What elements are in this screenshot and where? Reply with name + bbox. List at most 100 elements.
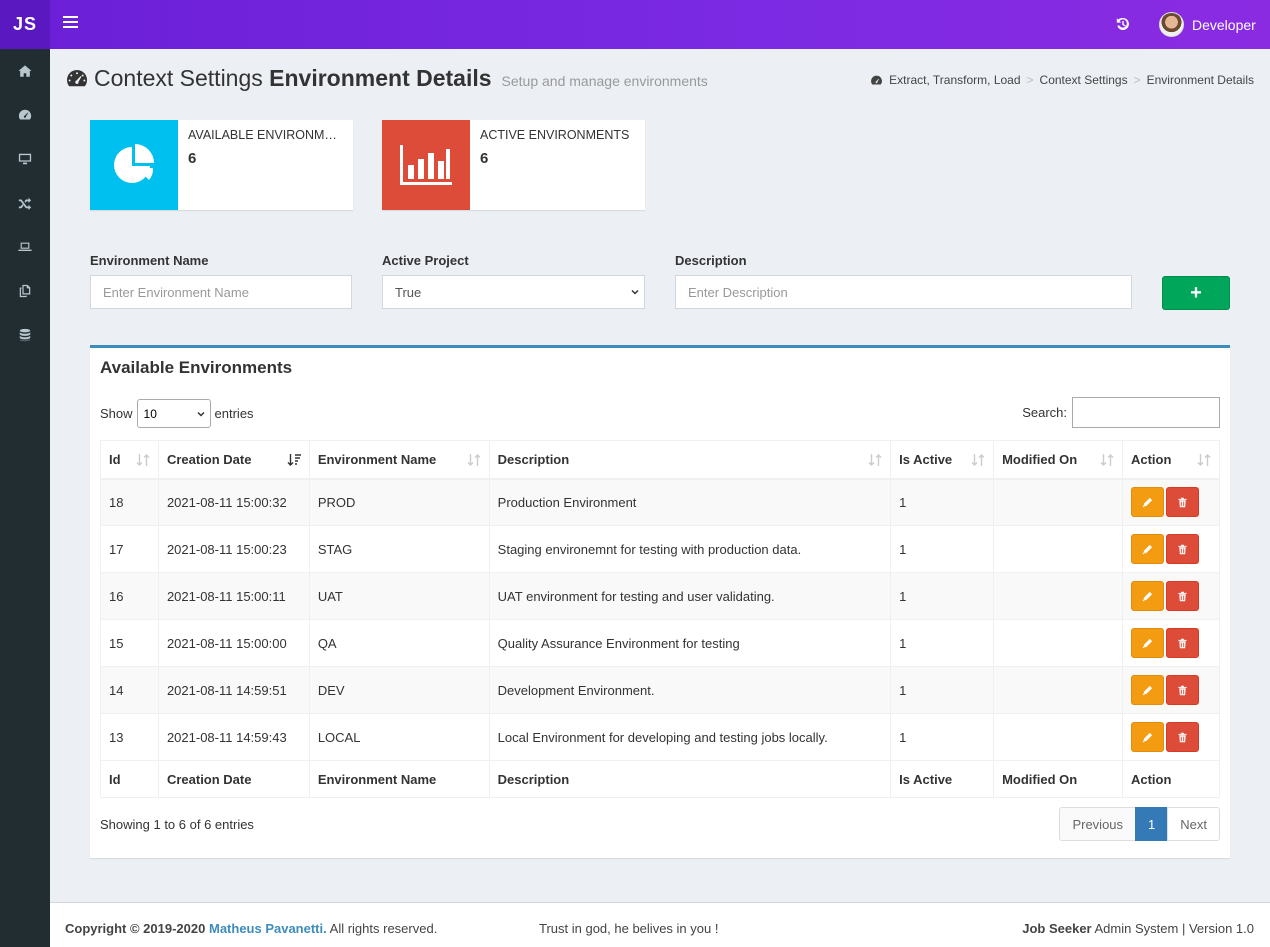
column-header-environment-name[interactable]: Environment Name	[308, 440, 490, 480]
page-header: Context Settings Environment Details Set…	[65, 64, 708, 92]
cell-id: 16	[100, 572, 159, 620]
author-link[interactable]: Matheus Pavanetti.	[209, 921, 327, 936]
history-icon[interactable]	[1115, 16, 1131, 32]
environment-name-group: Environment Name	[90, 253, 352, 309]
cell-is-active: 1	[890, 713, 995, 761]
breadcrumb: Extract, Transform, Load > Context Setti…	[870, 73, 1254, 87]
active-project-label: Active Project	[382, 253, 469, 268]
cell-creation-date: 2021-08-11 14:59:43	[157, 713, 310, 761]
table-search: Search:	[1022, 397, 1220, 428]
page-1-button[interactable]: 1	[1135, 807, 1169, 841]
cell-is-active: 1	[890, 666, 995, 714]
footer-motto: Trust in god, he belives in you !	[539, 921, 719, 936]
edit-button[interactable]	[1130, 722, 1164, 752]
column-header-id[interactable]: Id	[100, 440, 159, 480]
username: Developer	[1192, 16, 1256, 33]
page-subtitle: Setup and manage environments	[501, 73, 708, 89]
cell-modified-on	[993, 619, 1123, 667]
next-page-button[interactable]: Next	[1167, 807, 1220, 841]
add-environment-button[interactable]: +	[1162, 276, 1230, 310]
sidebar-item-monitor[interactable]	[0, 137, 50, 181]
active-project-group: Active Project True	[382, 253, 645, 309]
cell-description: Local Environment for developing and tes…	[488, 713, 892, 761]
sidebar-item-transform[interactable]	[0, 181, 50, 225]
footer-description: Description	[488, 760, 892, 798]
column-header-is-active[interactable]: Is Active	[890, 440, 995, 480]
cell-is-active: 1	[890, 525, 995, 573]
footer-environment-name: Environment Name	[308, 760, 490, 798]
cell-creation-date: 2021-08-11 15:00:11	[157, 572, 310, 620]
sidebar-item-files[interactable]	[0, 269, 50, 313]
cell-creation-date: 2021-08-11 14:59:51	[157, 666, 310, 714]
environments-table: Id Creation Date Environment Name Descri…	[100, 440, 1221, 798]
stat-value: 6	[480, 150, 489, 167]
breadcrumb-item-etl[interactable]: Extract, Transform, Load	[889, 73, 1020, 87]
cell-description: Quality Assurance Environment for testin…	[488, 619, 892, 667]
stat-label: AVAILABLE ENVIRONMENTS	[188, 128, 343, 142]
cell-description: Staging environemnt for testing with pro…	[488, 525, 892, 573]
pencil-icon	[1142, 685, 1153, 695]
stat-icon-box	[90, 120, 178, 210]
trash-icon	[1178, 544, 1187, 554]
footer-action: Action	[1121, 760, 1221, 798]
pencil-icon	[1142, 591, 1153, 601]
cell-action	[1121, 572, 1221, 620]
sort-desc-icon	[287, 454, 301, 466]
edit-button[interactable]	[1130, 628, 1164, 658]
table-row: 16 2021-08-11 15:00:11 UAT UAT environment …	[100, 572, 1221, 620]
environment-name-label: Environment Name	[90, 253, 209, 268]
cell-id: 17	[100, 525, 159, 573]
edit-button[interactable]	[1130, 534, 1164, 564]
stat-icon-box	[382, 120, 470, 210]
description-input[interactable]	[675, 275, 1132, 309]
sidebar-toggle-icon[interactable]	[63, 16, 78, 30]
column-header-description[interactable]: Description	[488, 440, 892, 480]
delete-button[interactable]	[1165, 628, 1199, 658]
stat-value: 6	[188, 150, 197, 167]
trash-icon	[1178, 638, 1187, 648]
delete-button[interactable]	[1165, 534, 1199, 564]
cell-is-active: 1	[890, 619, 995, 667]
sidebar-item-home[interactable]	[0, 49, 50, 93]
cell-modified-on	[993, 713, 1123, 761]
cell-creation-date: 2021-08-11 15:00:00	[157, 619, 310, 667]
active-project-select[interactable]: True	[382, 275, 645, 309]
user-menu[interactable]: Developer	[1159, 12, 1256, 37]
entries-label: entries	[214, 406, 254, 421]
cell-id: 15	[100, 619, 159, 667]
edit-button[interactable]	[1130, 675, 1164, 705]
pencil-icon	[1142, 497, 1153, 507]
column-header-modified-on[interactable]: Modified On	[993, 440, 1123, 480]
delete-button[interactable]	[1165, 675, 1199, 705]
previous-page-button[interactable]: Previous	[1059, 807, 1137, 841]
cell-modified-on	[993, 666, 1123, 714]
delete-button[interactable]	[1165, 581, 1199, 611]
column-header-action[interactable]: Action	[1121, 440, 1221, 480]
breadcrumb-item-environment-details: Environment Details	[1146, 73, 1254, 87]
table-header-row: Id Creation Date Environment Name Descri…	[100, 440, 1221, 480]
laptop-icon	[18, 242, 32, 251]
environment-name-input[interactable]	[90, 275, 352, 309]
sidebar-item-dashboard[interactable]	[0, 93, 50, 137]
search-input[interactable]	[1072, 397, 1220, 428]
dashboard-icon	[67, 69, 88, 87]
app-logo[interactable]: JS	[0, 0, 50, 49]
edit-button[interactable]	[1130, 487, 1164, 518]
sidebar-item-laptop[interactable]	[0, 225, 50, 269]
footer-is-active: Is Active	[890, 760, 995, 798]
chevron-down-icon	[197, 411, 205, 417]
cell-description: Development Environment.	[488, 666, 892, 714]
sidebar-item-database[interactable]	[0, 313, 50, 357]
edit-button[interactable]	[1130, 581, 1164, 611]
breadcrumb-item-context-settings[interactable]: Context Settings	[1040, 73, 1128, 87]
cell-is-active: 1	[890, 478, 995, 526]
shuffle-icon	[18, 197, 32, 210]
sort-icon	[1197, 454, 1211, 466]
delete-button[interactable]	[1165, 722, 1199, 752]
delete-button[interactable]	[1165, 487, 1199, 518]
copy-icon	[19, 284, 31, 298]
dashboard-icon	[18, 109, 32, 120]
top-navbar: JS Developer	[0, 0, 1270, 49]
column-header-creation-date[interactable]: Creation Date	[157, 440, 310, 480]
pencil-icon	[1142, 544, 1153, 554]
